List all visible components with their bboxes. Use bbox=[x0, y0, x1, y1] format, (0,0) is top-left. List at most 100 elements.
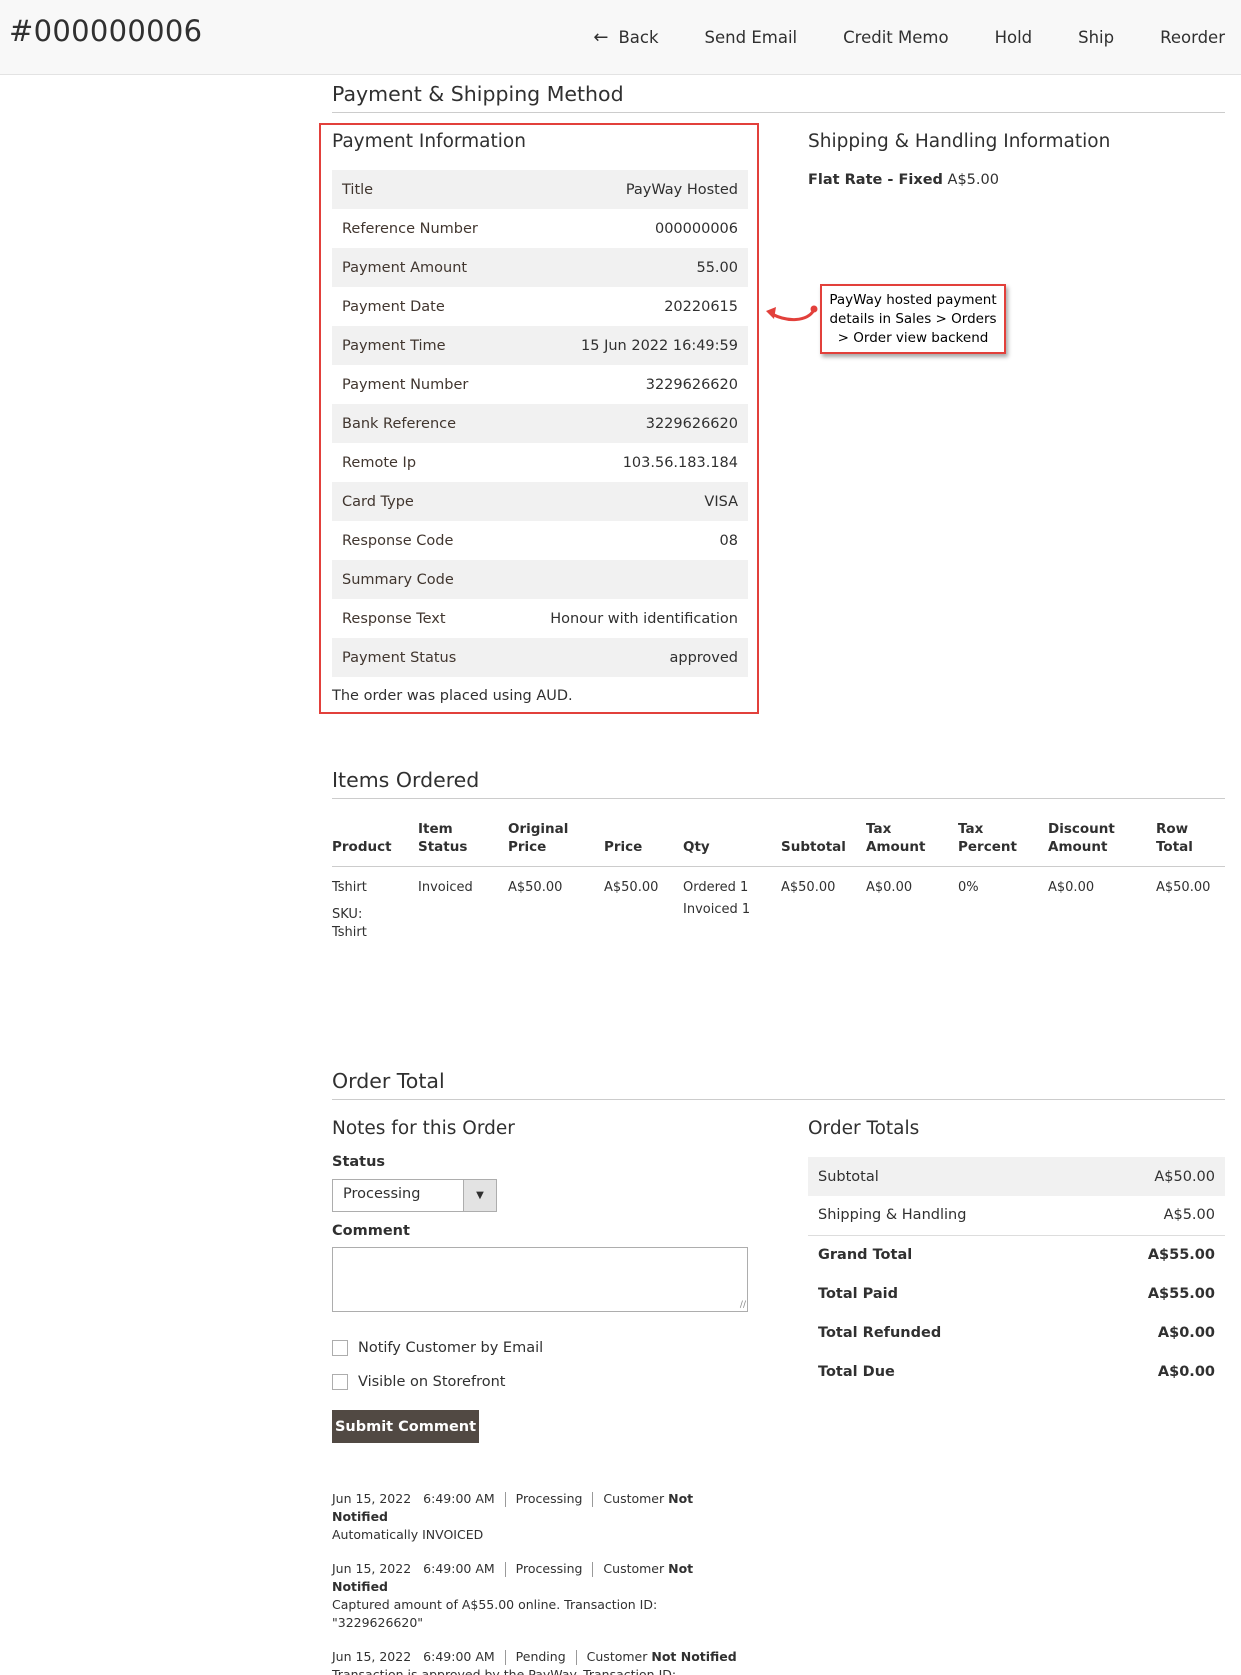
item-subtotal: A$50.00 bbox=[781, 880, 836, 895]
items-ordered-table: Product Item Status Original Price Price Qty… bbox=[332, 820, 1225, 942]
column-header: Original Price bbox=[508, 820, 604, 867]
table-row: Total Paid A$55.00 bbox=[808, 1274, 1225, 1313]
shipping-information-title: Shipping & Handling Information bbox=[808, 131, 1111, 152]
payment-field-value: 3229626620 bbox=[510, 404, 748, 443]
status-label: Status bbox=[332, 1154, 386, 1170]
history-status: Pending bbox=[515, 1649, 566, 1664]
payment-field-label: Payment Date bbox=[342, 298, 445, 315]
totals-amount: A$55.00 bbox=[1147, 1246, 1215, 1263]
history-customer: Customer bbox=[603, 1561, 665, 1576]
payment-field-label: Card Type bbox=[332, 482, 511, 521]
visible-storefront-checkbox[interactable] bbox=[332, 1374, 348, 1390]
payment-field-value: Honour with identification bbox=[550, 610, 738, 627]
payment-field-label: Title bbox=[332, 170, 511, 209]
totals-label: Subtotal bbox=[808, 1157, 1083, 1196]
chevron-down-icon: ▼ bbox=[463, 1180, 496, 1211]
totals-label: Grand Total bbox=[818, 1246, 913, 1263]
shipping-method-price: A$5.00 bbox=[947, 172, 999, 188]
column-header: Item Status bbox=[418, 820, 508, 867]
table-row: Subtotal A$50.00 bbox=[808, 1157, 1225, 1196]
item-tax-amount: A$0.00 bbox=[866, 880, 913, 895]
history-comment: Automatically INVOICED bbox=[332, 1527, 484, 1542]
payment-field-label: Summary Code bbox=[332, 560, 511, 599]
submit-comment-button[interactable]: Submit Comment bbox=[332, 1410, 479, 1443]
column-header: Qty bbox=[683, 820, 781, 867]
comment-textarea[interactable]: ∕∕ bbox=[332, 1247, 748, 1312]
payment-shipping-section-title: Payment & Shipping Method bbox=[332, 82, 1225, 113]
hold-button[interactable]: Hold bbox=[972, 28, 1056, 47]
table-row: Payment Status approved bbox=[332, 638, 748, 677]
order-history-list: Jun 15, 2022 6:49:00 AM Processing Customer… bbox=[332, 1490, 752, 1675]
table-row: Bank Reference 3229626620 bbox=[332, 404, 748, 443]
history-comment: Transaction is approved by the PayWay. T… bbox=[332, 1667, 677, 1675]
history-notified: Not Notified bbox=[651, 1649, 737, 1664]
totals-amount: A$0.00 bbox=[1157, 1363, 1215, 1380]
payment-field-label: Payment Time bbox=[332, 326, 511, 365]
payment-field-value: approved bbox=[510, 638, 748, 677]
table-row: Summary Code bbox=[332, 560, 748, 599]
payment-information-title: Payment Information bbox=[332, 131, 526, 152]
visible-storefront-label: Visible on Storefront bbox=[358, 1374, 506, 1390]
totals-amount: A$50.00 bbox=[1082, 1157, 1225, 1196]
status-select-value: Processing bbox=[343, 1186, 421, 1202]
table-row: Payment Date 20220615 bbox=[332, 287, 748, 326]
back-button[interactable]: ← Back bbox=[570, 27, 681, 48]
table-row: Response Text Honour with identification bbox=[332, 599, 748, 638]
comment-label: Comment bbox=[332, 1223, 410, 1239]
totals-amount: A$0.00 bbox=[1157, 1324, 1215, 1341]
order-totals-title: Order Totals bbox=[808, 1118, 920, 1139]
status-select[interactable]: Processing ▼ bbox=[332, 1179, 497, 1212]
totals-amount: A$55.00 bbox=[1147, 1285, 1215, 1302]
arrow-left-icon: ← bbox=[593, 27, 609, 48]
notify-customer-row: Notify Customer by Email bbox=[332, 1340, 543, 1356]
history-time: 6:49:00 AM bbox=[423, 1649, 495, 1664]
payment-field-label: Response Text bbox=[342, 610, 446, 627]
order-total-section-title: Order Total bbox=[332, 1069, 1225, 1100]
history-date: Jun 15, 2022 bbox=[332, 1649, 412, 1664]
item-discount-amount: A$0.00 bbox=[1048, 880, 1095, 895]
item-original-price: A$50.00 bbox=[508, 880, 563, 895]
column-header: Row Total bbox=[1156, 820, 1225, 867]
back-label: Back bbox=[618, 28, 659, 47]
payment-field-value: 55.00 bbox=[510, 248, 748, 287]
table-row: Card Type VISA bbox=[332, 482, 748, 521]
shipping-method-name: Flat Rate - Fixed bbox=[808, 172, 943, 188]
notify-customer-checkbox[interactable] bbox=[332, 1340, 348, 1356]
resize-handle-icon: ∕∕ bbox=[739, 1300, 746, 1310]
list-item: Jun 15, 2022 6:49:00 AM Pending Customer No… bbox=[332, 1648, 752, 1675]
ship-button[interactable]: Ship bbox=[1055, 28, 1137, 47]
payment-field-label: Remote Ip bbox=[342, 454, 417, 471]
payment-information-table: Title PayWay Hosted Reference Number 000000… bbox=[332, 170, 748, 677]
table-row: Grand Total A$55.00 bbox=[808, 1235, 1225, 1274]
history-date: Jun 15, 2022 bbox=[332, 1561, 412, 1576]
payment-field-value: 000000006 bbox=[654, 220, 738, 237]
item-sku: Tshirt bbox=[332, 925, 367, 940]
totals-label: Total Paid bbox=[818, 1285, 899, 1302]
totals-amount: A$5.00 bbox=[1082, 1196, 1225, 1236]
payment-field-value bbox=[510, 560, 748, 599]
item-qty-ordered: Ordered 1 bbox=[683, 880, 749, 895]
table-row: Shipping & Handling A$5.00 bbox=[808, 1196, 1225, 1236]
column-header: Discount Amount bbox=[1048, 820, 1156, 867]
table-row: Response Code 08 bbox=[332, 521, 748, 560]
history-status: Processing bbox=[515, 1561, 583, 1576]
payment-field-value: VISA bbox=[510, 482, 748, 521]
credit-memo-button[interactable]: Credit Memo bbox=[820, 28, 971, 47]
page-title: #000000006 bbox=[9, 14, 203, 48]
payment-field-value: 103.56.183.184 bbox=[622, 454, 738, 471]
table-row: Reference Number 000000006 bbox=[332, 209, 748, 248]
history-time: 6:49:00 AM bbox=[423, 1561, 495, 1576]
visible-storefront-row: Visible on Storefront bbox=[332, 1374, 505, 1390]
callout-arrow-icon bbox=[766, 305, 818, 321]
table-row: Remote Ip 103.56.183.184 bbox=[332, 443, 748, 482]
history-customer: Customer bbox=[603, 1491, 665, 1506]
payment-field-value: PayWay Hosted bbox=[510, 170, 748, 209]
history-status: Processing bbox=[515, 1491, 583, 1506]
item-tax-percent: 0% bbox=[958, 880, 979, 895]
send-email-button[interactable]: Send Email bbox=[682, 28, 821, 47]
history-customer: Customer bbox=[586, 1649, 648, 1664]
currency-note: The order was placed using AUD. bbox=[332, 688, 573, 704]
payment-field-value: 15 Jun 2022 16:49:59 bbox=[510, 326, 748, 365]
table-row: Payment Amount 55.00 bbox=[332, 248, 748, 287]
reorder-button[interactable]: Reorder bbox=[1137, 28, 1241, 47]
